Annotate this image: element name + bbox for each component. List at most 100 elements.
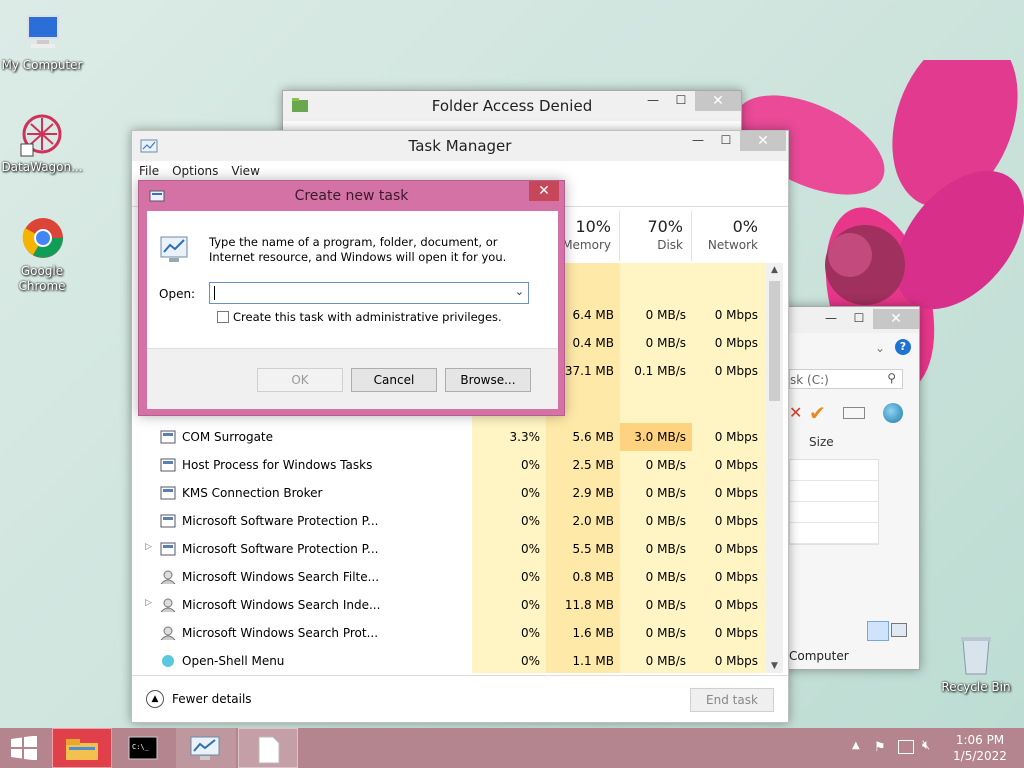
cpu-cell: 0% — [472, 535, 546, 563]
search-placeholder: sk (C:) — [790, 373, 829, 387]
network-cell: 0 Mbps — [714, 364, 758, 378]
column-header-disk[interactable]: 70% Disk — [620, 211, 692, 261]
memory-cell: 2.5 MB — [546, 451, 620, 479]
dialog-body: Type the name of a program, folder, docu… — [147, 211, 558, 409]
table-row[interactable]: COM Surrogate 3.3% 5.6 MB 3.0 MB/s 0 Mbps — [132, 423, 764, 451]
dialog-description: Type the name of a program, folder, docu… — [209, 235, 507, 264]
clock-time: 1:06 PM — [955, 733, 1005, 747]
create-new-task-dialog[interactable]: Create new task ✕ Type the name of a pro… — [138, 180, 565, 416]
column-header-network[interactable]: 0% Network — [692, 211, 766, 261]
disk-cell: 0 MB/s — [620, 591, 692, 619]
table-row[interactable]: Open-Shell Menu 0% 1.1 MB 0 MB/s 0 Mbps — [132, 647, 764, 673]
memory-cell: 5.6 MB — [546, 423, 620, 451]
view-large-icons-icon[interactable] — [891, 623, 907, 637]
scroll-thumb[interactable] — [769, 281, 780, 401]
scroll-up-arrow[interactable]: ▲ — [766, 265, 783, 275]
desktop-icon-my-computer[interactable]: My Computer — [0, 10, 84, 72]
windows-logo-icon — [11, 736, 37, 760]
cpu-cell: 0% — [472, 563, 546, 591]
menu-options[interactable]: Options — [165, 161, 224, 178]
process-name: Microsoft Software Protection P... — [182, 542, 379, 556]
disk-cell: 0.1 MB/s — [634, 364, 686, 378]
disk-cell: 0 MB/s — [620, 563, 692, 591]
speaker-muted-icon[interactable]: 🔇︎ — [922, 738, 930, 753]
desktop-icon-label: DataWagon... — [1, 160, 83, 174]
network-cell: 0 Mbps — [714, 308, 758, 322]
clock[interactable]: 1:06 PM 1/5/2022 — [948, 732, 1012, 764]
ok-button[interactable]: OK — [257, 368, 343, 392]
start-button[interactable] — [0, 728, 48, 768]
maximize-button[interactable]: ☐ — [667, 91, 695, 111]
network-cell: 0 Mbps — [692, 535, 764, 563]
globe-icon[interactable] — [883, 403, 903, 423]
network-icon[interactable] — [898, 740, 914, 754]
memory-cell: 5.5 MB — [546, 535, 620, 563]
browse-button[interactable]: Browse... — [445, 368, 531, 392]
column-header-size[interactable]: Size — [809, 435, 834, 449]
menu-view[interactable]: View — [224, 161, 265, 178]
minimize-button[interactable]: — — [684, 131, 712, 151]
user-process-icon — [160, 626, 176, 641]
chevron-down-icon[interactable]: ⌄ — [875, 341, 885, 355]
disk-percent: 70% — [647, 217, 683, 236]
memory-cell: 2.0 MB — [546, 507, 620, 535]
vertical-scrollbar[interactable]: ▲ ▼ — [766, 263, 783, 673]
minimize-button[interactable]: — — [639, 91, 667, 111]
minimize-button[interactable]: — — [817, 309, 845, 329]
table-row[interactable]: Microsoft Windows Search Prot... 0% 1.6 MB… — [132, 619, 764, 647]
network-cell: 0 Mbps — [692, 647, 764, 673]
taskbar-document[interactable] — [238, 728, 298, 768]
command-prompt-icon: C:\_ — [128, 736, 158, 760]
x-icon[interactable]: ✕ — [789, 403, 802, 422]
svg-text:C:\_: C:\_ — [132, 743, 150, 751]
process-name: Open-Shell Menu — [182, 654, 285, 668]
end-task-button[interactable]: End task — [690, 688, 774, 712]
table-row[interactable]: ▷ Microsoft Software Protection P... 0% 5.5… — [132, 535, 764, 563]
notification-chevron-icon[interactable]: ▲ — [852, 740, 860, 751]
chevron-down-icon[interactable]: ⌄ — [515, 285, 524, 298]
desktop-icon-label: Google Chrome — [18, 264, 66, 293]
scroll-down-arrow[interactable]: ▼ — [766, 661, 783, 671]
admin-checkbox[interactable] — [217, 311, 229, 323]
document-icon — [258, 736, 280, 764]
taskbar-task-manager[interactable] — [176, 728, 236, 768]
close-button[interactable]: ✕ — [695, 91, 741, 111]
open-combobox[interactable]: ⌄ — [209, 282, 529, 304]
desktop-icon-recycle-bin[interactable]: Recycle Bin — [934, 632, 1018, 694]
expand-arrow-icon: ▷ — [145, 542, 152, 552]
help-icon[interactable]: ? — [895, 339, 911, 355]
maximize-button[interactable]: ☐ — [845, 309, 873, 329]
process-name: Microsoft Windows Search Filte... — [182, 570, 380, 584]
dialog-content-panel — [147, 211, 558, 348]
taskbar-file-explorer[interactable] — [52, 728, 112, 768]
table-row[interactable]: Host Process for Windows Tasks 0% 2.5 MB 0 … — [132, 451, 764, 479]
maximize-button[interactable]: ☐ — [712, 131, 740, 151]
search-input[interactable]: sk (C:) ⚲ — [789, 369, 903, 389]
cpu-cell: 0% — [472, 647, 546, 673]
desktop-icon-label: Recycle Bin — [941, 680, 1011, 694]
computer-icon — [19, 10, 65, 56]
cancel-button[interactable]: Cancel — [351, 368, 437, 392]
menu-file[interactable]: File — [132, 161, 165, 178]
rename-icon[interactable] — [843, 407, 865, 419]
action-center-flag-icon[interactable]: ⚑ — [874, 740, 890, 755]
table-row[interactable]: Microsoft Software Protection P... 0% 2.0 … — [132, 507, 764, 535]
table-row[interactable]: ▷ Microsoft Windows Search Inde... 0% 11.8 … — [132, 591, 764, 619]
explorer-status-text: Computer — [789, 649, 849, 663]
desktop-icon-datawagon[interactable]: DataWagon... — [0, 112, 84, 174]
desktop-icon-google-chrome[interactable]: Google Chrome — [0, 216, 84, 294]
view-details-icon[interactable] — [867, 621, 889, 641]
taskbar-command-prompt[interactable]: C:\_ — [114, 728, 174, 768]
shell-icon — [160, 654, 176, 668]
close-button[interactable]: ✕ — [529, 181, 559, 201]
process-icon — [160, 514, 176, 528]
close-button[interactable]: ✕ — [873, 309, 919, 329]
table-row[interactable]: KMS Connection Broker 0% 2.9 MB 0 MB/s 0 Mbp… — [132, 479, 764, 507]
clock-date: 1/5/2022 — [953, 749, 1007, 763]
checkmark-icon[interactable]: ✔ — [809, 401, 826, 425]
dialog-title: Create new task — [294, 188, 409, 204]
table-row[interactable]: Microsoft Windows Search Filte... 0% 0.8 M… — [132, 563, 764, 591]
cpu-cell: 0% — [472, 451, 546, 479]
disk-cell: 0 MB/s — [620, 479, 692, 507]
close-button[interactable]: ✕ — [740, 131, 786, 151]
